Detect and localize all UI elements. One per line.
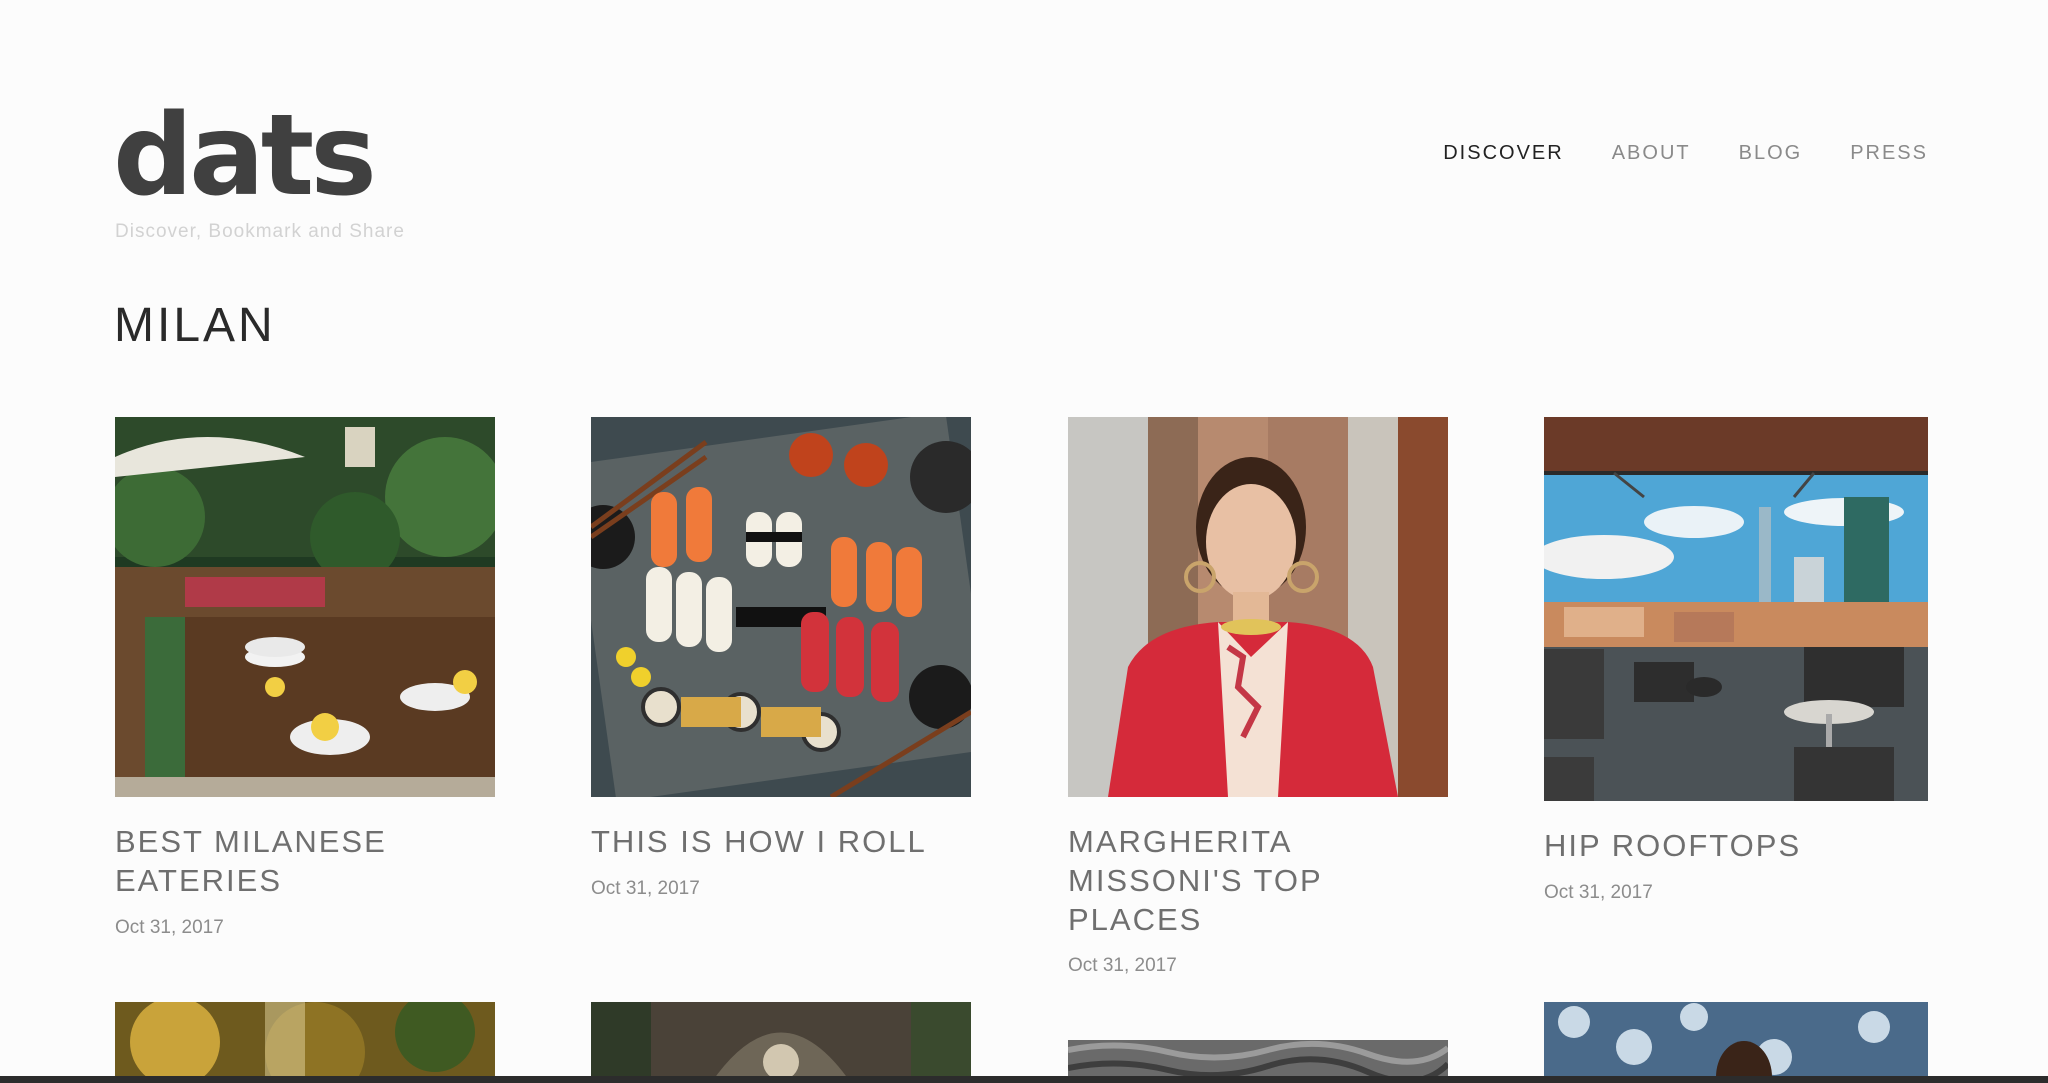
card-image-sushi-platter[interactable] <box>591 417 971 797</box>
card-image-rooftop-terrace[interactable] <box>1544 417 1928 801</box>
list-card-rooftops[interactable]: HIP ROOFTOPS Oct 31, 2017 <box>1544 417 1928 904</box>
tagline: Discover, Bookmark and Share <box>115 221 405 242</box>
card-image-portrait[interactable] <box>1068 417 1448 797</box>
page: dats Discover, Bookmark and Share DISCOV… <box>0 0 2048 1083</box>
card-image-partial-portrait[interactable] <box>1544 1002 1928 1083</box>
card-date: Oct 31, 2017 <box>115 916 224 938</box>
main-nav: DISCOVER ABOUT BLOG PRESS <box>1443 142 1928 165</box>
card-title[interactable]: HIP ROOFTOPS <box>1544 827 1928 866</box>
card-date: Oct 31, 2017 <box>591 877 700 899</box>
nav-blog[interactable]: BLOG <box>1739 142 1803 165</box>
nav-about[interactable]: ABOUT <box>1612 142 1691 165</box>
card-date: Oct 31, 2017 <box>1068 955 1177 977</box>
list-card-missoni[interactable]: MARGHERITA MISSONI'S TOP PLACES Oct 31, … <box>1068 417 1448 977</box>
nav-discover[interactable]: DISCOVER <box>1443 142 1563 165</box>
list-card-eateries[interactable]: BEST MILANESE EATERIES Oct 31, 2017 <box>115 417 495 939</box>
dats-logo[interactable]: dats <box>113 100 377 212</box>
card-date: Oct 31, 2017 <box>1544 881 1653 903</box>
list-card-sushi[interactable]: THIS IS HOW I ROLL Oct 31, 2017 <box>591 417 971 900</box>
page-title: MILAN <box>114 299 276 352</box>
card-image-partial-garden[interactable] <box>115 1002 495 1083</box>
card-title[interactable]: THIS IS HOW I ROLL <box>591 823 971 862</box>
nav-press[interactable]: PRESS <box>1850 142 1928 165</box>
card-image-partial-interior[interactable] <box>591 1002 971 1083</box>
card-title[interactable]: BEST MILANESE EATERIES <box>115 823 495 901</box>
horizontal-scrollbar[interactable] <box>0 1076 2048 1083</box>
card-title[interactable]: MARGHERITA MISSONI'S TOP PLACES <box>1068 823 1448 939</box>
card-image-restaurant-terrace[interactable] <box>115 417 495 797</box>
